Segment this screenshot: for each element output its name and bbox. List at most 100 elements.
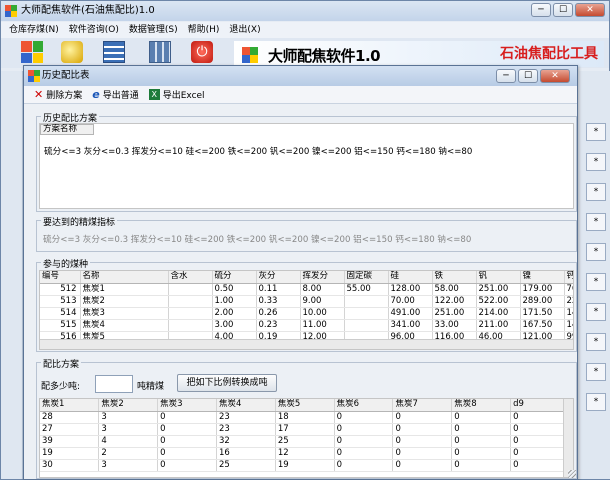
ratio-cell: 0	[392, 459, 453, 472]
side-button[interactable]: *	[586, 393, 606, 411]
ratio-cell: 0	[451, 459, 512, 472]
table-row[interactable]: 512 焦炭1 0.50 0.11 8.00 55.00 128.00 58.00 251.00…	[40, 283, 573, 296]
table-row[interactable]: 28 3 0 23 18 0 0 0 0	[40, 411, 573, 424]
tonnage-input[interactable]	[95, 375, 133, 393]
maximize-button[interactable]: ☐	[553, 3, 573, 17]
table-row[interactable]: 30 3 0 25 19 0 0 0 0	[40, 459, 573, 472]
dialog-title-bar: 历史配比表 ─ ☐ ✕	[24, 66, 577, 86]
power-icon[interactable]: ⏻	[191, 41, 213, 63]
menu-warehouse[interactable]: 仓库存煤(N)	[9, 22, 59, 38]
side-button[interactable]: *	[586, 273, 606, 291]
colorful-grid-icon[interactable]	[21, 41, 43, 63]
banner: 大师配焦软件1.0 石油焦配比工具	[234, 41, 604, 67]
coal-header: 编号	[40, 271, 81, 284]
ratio-cell: 25	[216, 459, 276, 472]
coal-header: 灰分	[256, 271, 301, 284]
coins-icon[interactable]	[61, 41, 83, 63]
dialog-window-controls: ─ ☐ ✕	[496, 69, 570, 83]
coal-cell: 9.00	[300, 295, 345, 308]
ratio-cell: 27	[40, 423, 100, 436]
ratio-grid: 焦炭1 焦炭2 焦炭3 焦炭4 焦炭5 焦炭6 焦炭7 焦炭8 d9 28 3 0 2…	[39, 398, 574, 478]
history-plan-row[interactable]: 硫分<=3 灰分<=0.3 挥发分<=10 硅<=200 铁<=200 钒<=2…	[44, 145, 472, 157]
table-icon[interactable]	[149, 41, 171, 63]
export-normal-button[interactable]: e 导出普通	[92, 88, 138, 101]
ratio-header: 焦炭7	[392, 399, 453, 412]
ratio-cell: 0	[334, 447, 394, 460]
coal-cell: 焦炭1	[80, 283, 169, 296]
coal-cell: 0.33	[256, 295, 301, 308]
coal-cell: 0.23	[256, 319, 301, 332]
coal-cell: 167.50	[520, 319, 565, 332]
table-row[interactable]: 515 焦炭4 3.00 0.23 11.00 341.00 33.00 211.00 167.…	[40, 319, 573, 332]
dialog-maximize-button[interactable]: ☐	[518, 69, 538, 83]
table-row[interactable]: 19 2 0 16 12 0 0 0 0	[40, 447, 573, 460]
ratio-cell: 3	[98, 423, 159, 436]
side-button[interactable]: *	[586, 183, 606, 201]
tonnage-unit-label: 吨精煤	[137, 382, 165, 392]
side-button[interactable]: *	[586, 153, 606, 171]
coal-cell: 0.50	[212, 283, 257, 296]
coal-cell: 512	[40, 283, 81, 296]
close-button[interactable]: ✕	[575, 3, 605, 17]
calendar-icon[interactable]	[103, 41, 125, 63]
menu-bar: 仓库存煤(N) 软件咨询(O) 数据管理(S) 帮助(H) 退出(X)	[1, 22, 609, 38]
side-button[interactable]: *	[586, 363, 606, 381]
coal-cell: 515	[40, 319, 81, 332]
ratio-cell: 16	[216, 447, 276, 460]
right-panel: * * * * * * * * * *	[579, 71, 610, 479]
side-button[interactable]: *	[586, 333, 606, 351]
side-button[interactable]: *	[586, 213, 606, 231]
dialog-minimize-button[interactable]: ─	[496, 69, 516, 83]
coal-cell: 76	[564, 283, 573, 296]
history-col-header: 方案名称	[40, 124, 94, 135]
coal-cell: 122.00	[432, 295, 477, 308]
ratio-grid-vscrollbar[interactable]	[563, 399, 573, 477]
ratio-cell: 19	[275, 459, 335, 472]
side-button[interactable]: *	[586, 243, 606, 261]
menu-help[interactable]: 帮助(H)	[188, 22, 220, 38]
table-row[interactable]: 27 3 0 23 17 0 0 0 0	[40, 423, 573, 436]
ratio-cell: 23	[216, 411, 276, 424]
main-window-controls: ─ ☐ ✕	[531, 3, 605, 17]
coal-cell: 55.00	[344, 283, 389, 296]
coal-header: 镍	[520, 271, 565, 284]
coal-group-label: 参与的煤种	[41, 257, 91, 270]
coal-cell: 251.00	[432, 307, 477, 320]
ratio-cell: 0	[451, 411, 512, 424]
side-button[interactable]: *	[586, 123, 606, 141]
ratio-cell: 0	[392, 423, 453, 436]
coal-cell: 214.00	[476, 307, 521, 320]
menu-data[interactable]: 数据管理(S)	[129, 22, 178, 38]
export-excel-button[interactable]: X 导出Excel	[148, 88, 205, 101]
coal-cell	[168, 283, 213, 296]
resize-grip[interactable]	[568, 470, 576, 478]
dialog-toolbar: ✕ 删除方案 e 导出普通 X 导出Excel	[24, 86, 577, 104]
delete-plan-button[interactable]: ✕ 删除方案	[34, 88, 82, 101]
table-row[interactable]: 513 焦炭2 1.00 0.33 9.00 70.00 122.00 522.00 289.0…	[40, 295, 573, 308]
main-title-bar: 大师配焦软件(石油焦配比)1.0 ─ ☐ ✕	[1, 1, 609, 21]
ratio-cell: 0	[157, 447, 217, 460]
coal-cell: 171.50	[520, 307, 565, 320]
menu-exit[interactable]: 退出(X)	[229, 22, 260, 38]
ratio-cell: 17	[275, 423, 335, 436]
ratio-header: 焦炭3	[157, 399, 217, 412]
coal-cell: 211.00	[476, 319, 521, 332]
table-row[interactable]: 514 焦炭3 2.00 0.26 10.00 491.00 251.00 214.00 171…	[40, 307, 573, 320]
menu-consult[interactable]: 软件咨询(O)	[69, 22, 119, 38]
coal-table: 编号 名称 含水 硫分 灰分 挥发分 固定碳 硅 铁 钒 镍 钙 512焦炭1 0…	[40, 271, 573, 344]
minimize-button[interactable]: ─	[531, 3, 551, 17]
side-button[interactable]: *	[586, 303, 606, 321]
coal-grid-hscrollbar[interactable]	[40, 339, 573, 349]
convert-to-tons-button[interactable]: 把如下比例转换成吨	[177, 374, 277, 392]
ratio-cell: 0	[392, 447, 453, 460]
table-row[interactable]: 39 4 0 32 25 0 0 0 0	[40, 435, 573, 448]
coal-header: 固定碳	[344, 271, 389, 284]
dialog-close-button[interactable]: ✕	[540, 69, 570, 83]
banner-product-name: 石油焦配比工具	[500, 46, 598, 62]
ratio-table: 焦炭1 焦炭2 焦炭3 焦炭4 焦炭5 焦炭6 焦炭7 焦炭8 d9 28 3 0 2…	[40, 399, 573, 472]
target-group-label: 要达到的精煤指标	[41, 215, 118, 228]
ratio-cell: 0	[157, 423, 217, 436]
dialog-title: 历史配比表	[42, 70, 90, 81]
app-logo-icon	[5, 5, 17, 17]
coal-group: 参与的煤种 编号 名称 含水 硫分 灰分 挥发分 固定碳 硅 铁 钒 镍 钙	[36, 257, 577, 352]
